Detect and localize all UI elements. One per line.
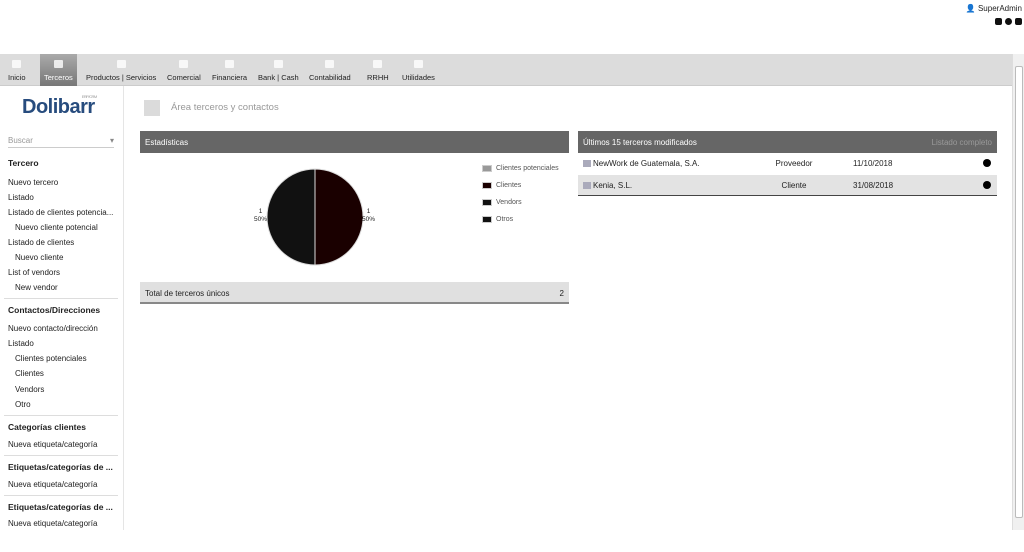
- legend-swatch: [482, 165, 492, 172]
- type-cell: Cliente: [781, 181, 807, 190]
- status-icon: [983, 181, 991, 189]
- company-link[interactable]: NewWork de Guatemala, S.A.: [583, 159, 700, 168]
- type-cell: Proveedor: [775, 159, 813, 168]
- full-list-link[interactable]: Listado completo: [932, 138, 992, 147]
- company-link[interactable]: Kenia, S.L.: [583, 181, 632, 190]
- table-row: NewWork de Guatemala, S.A. Proveedor 11/10…: [578, 153, 997, 174]
- pie-label-left: 1 50%: [254, 208, 268, 223]
- legend-swatch: [482, 199, 492, 206]
- legend-item: Vendors: [482, 199, 522, 206]
- pie-slice-clientes: [314, 168, 364, 266]
- pie-chart: [266, 168, 364, 266]
- legend-item: Otros: [482, 216, 513, 223]
- status-icon: [983, 159, 991, 167]
- legend-item: Clientes potenciales: [482, 165, 559, 172]
- table-row: Kenia, S.L. Cliente 31/08/2018: [578, 175, 997, 196]
- pie-slice-vendors: [266, 168, 316, 266]
- building-icon: [583, 160, 591, 167]
- legend-swatch: [482, 182, 492, 189]
- building-icon: [583, 182, 591, 189]
- total-row: Total de terceros únicos 2: [140, 282, 569, 304]
- legend-item: Clientes: [482, 182, 521, 189]
- legend-swatch: [482, 216, 492, 223]
- last-modified-header: Últimos 15 terceros modificados Listado c…: [578, 131, 997, 153]
- date-cell: 31/08/2018: [853, 181, 894, 190]
- date-cell: 11/10/2018: [853, 159, 893, 168]
- pie-label-right: 1 50%: [362, 208, 376, 223]
